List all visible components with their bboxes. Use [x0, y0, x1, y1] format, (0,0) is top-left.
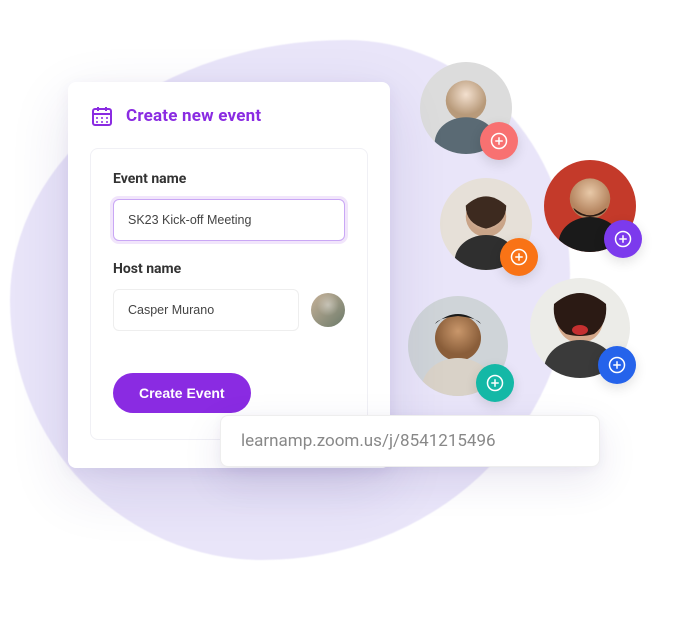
- host-avatar: [311, 293, 345, 327]
- event-name-label: Event name: [113, 171, 345, 187]
- add-person-icon[interactable]: [476, 364, 514, 402]
- add-person-icon[interactable]: [500, 238, 538, 276]
- create-event-card: Create new event Event name Host name Cr…: [68, 82, 390, 468]
- event-name-input[interactable]: [113, 199, 345, 241]
- host-name-label: Host name: [113, 261, 345, 277]
- add-person-icon[interactable]: [598, 346, 636, 384]
- event-name-group: Event name: [113, 171, 345, 241]
- host-name-input[interactable]: [113, 289, 299, 331]
- meeting-url-text: learnamp.zoom.us/j/8541215496: [241, 431, 496, 451]
- add-person-icon[interactable]: [480, 122, 518, 160]
- person-avatar-1: [420, 62, 512, 154]
- calendar-icon: [90, 104, 114, 128]
- host-name-group: Host name: [113, 261, 345, 331]
- card-title: Create new event: [126, 106, 261, 126]
- create-event-button[interactable]: Create Event: [113, 373, 251, 413]
- meeting-url-bar[interactable]: learnamp.zoom.us/j/8541215496: [220, 415, 600, 467]
- card-header: Create new event: [90, 104, 368, 128]
- person-avatar-3: [544, 160, 636, 252]
- person-avatar-5: [530, 278, 630, 378]
- add-person-icon[interactable]: [604, 220, 642, 258]
- person-avatar-2: [440, 178, 532, 270]
- person-avatar-4: [408, 296, 508, 396]
- form-panel: Event name Host name Create Event: [90, 148, 368, 440]
